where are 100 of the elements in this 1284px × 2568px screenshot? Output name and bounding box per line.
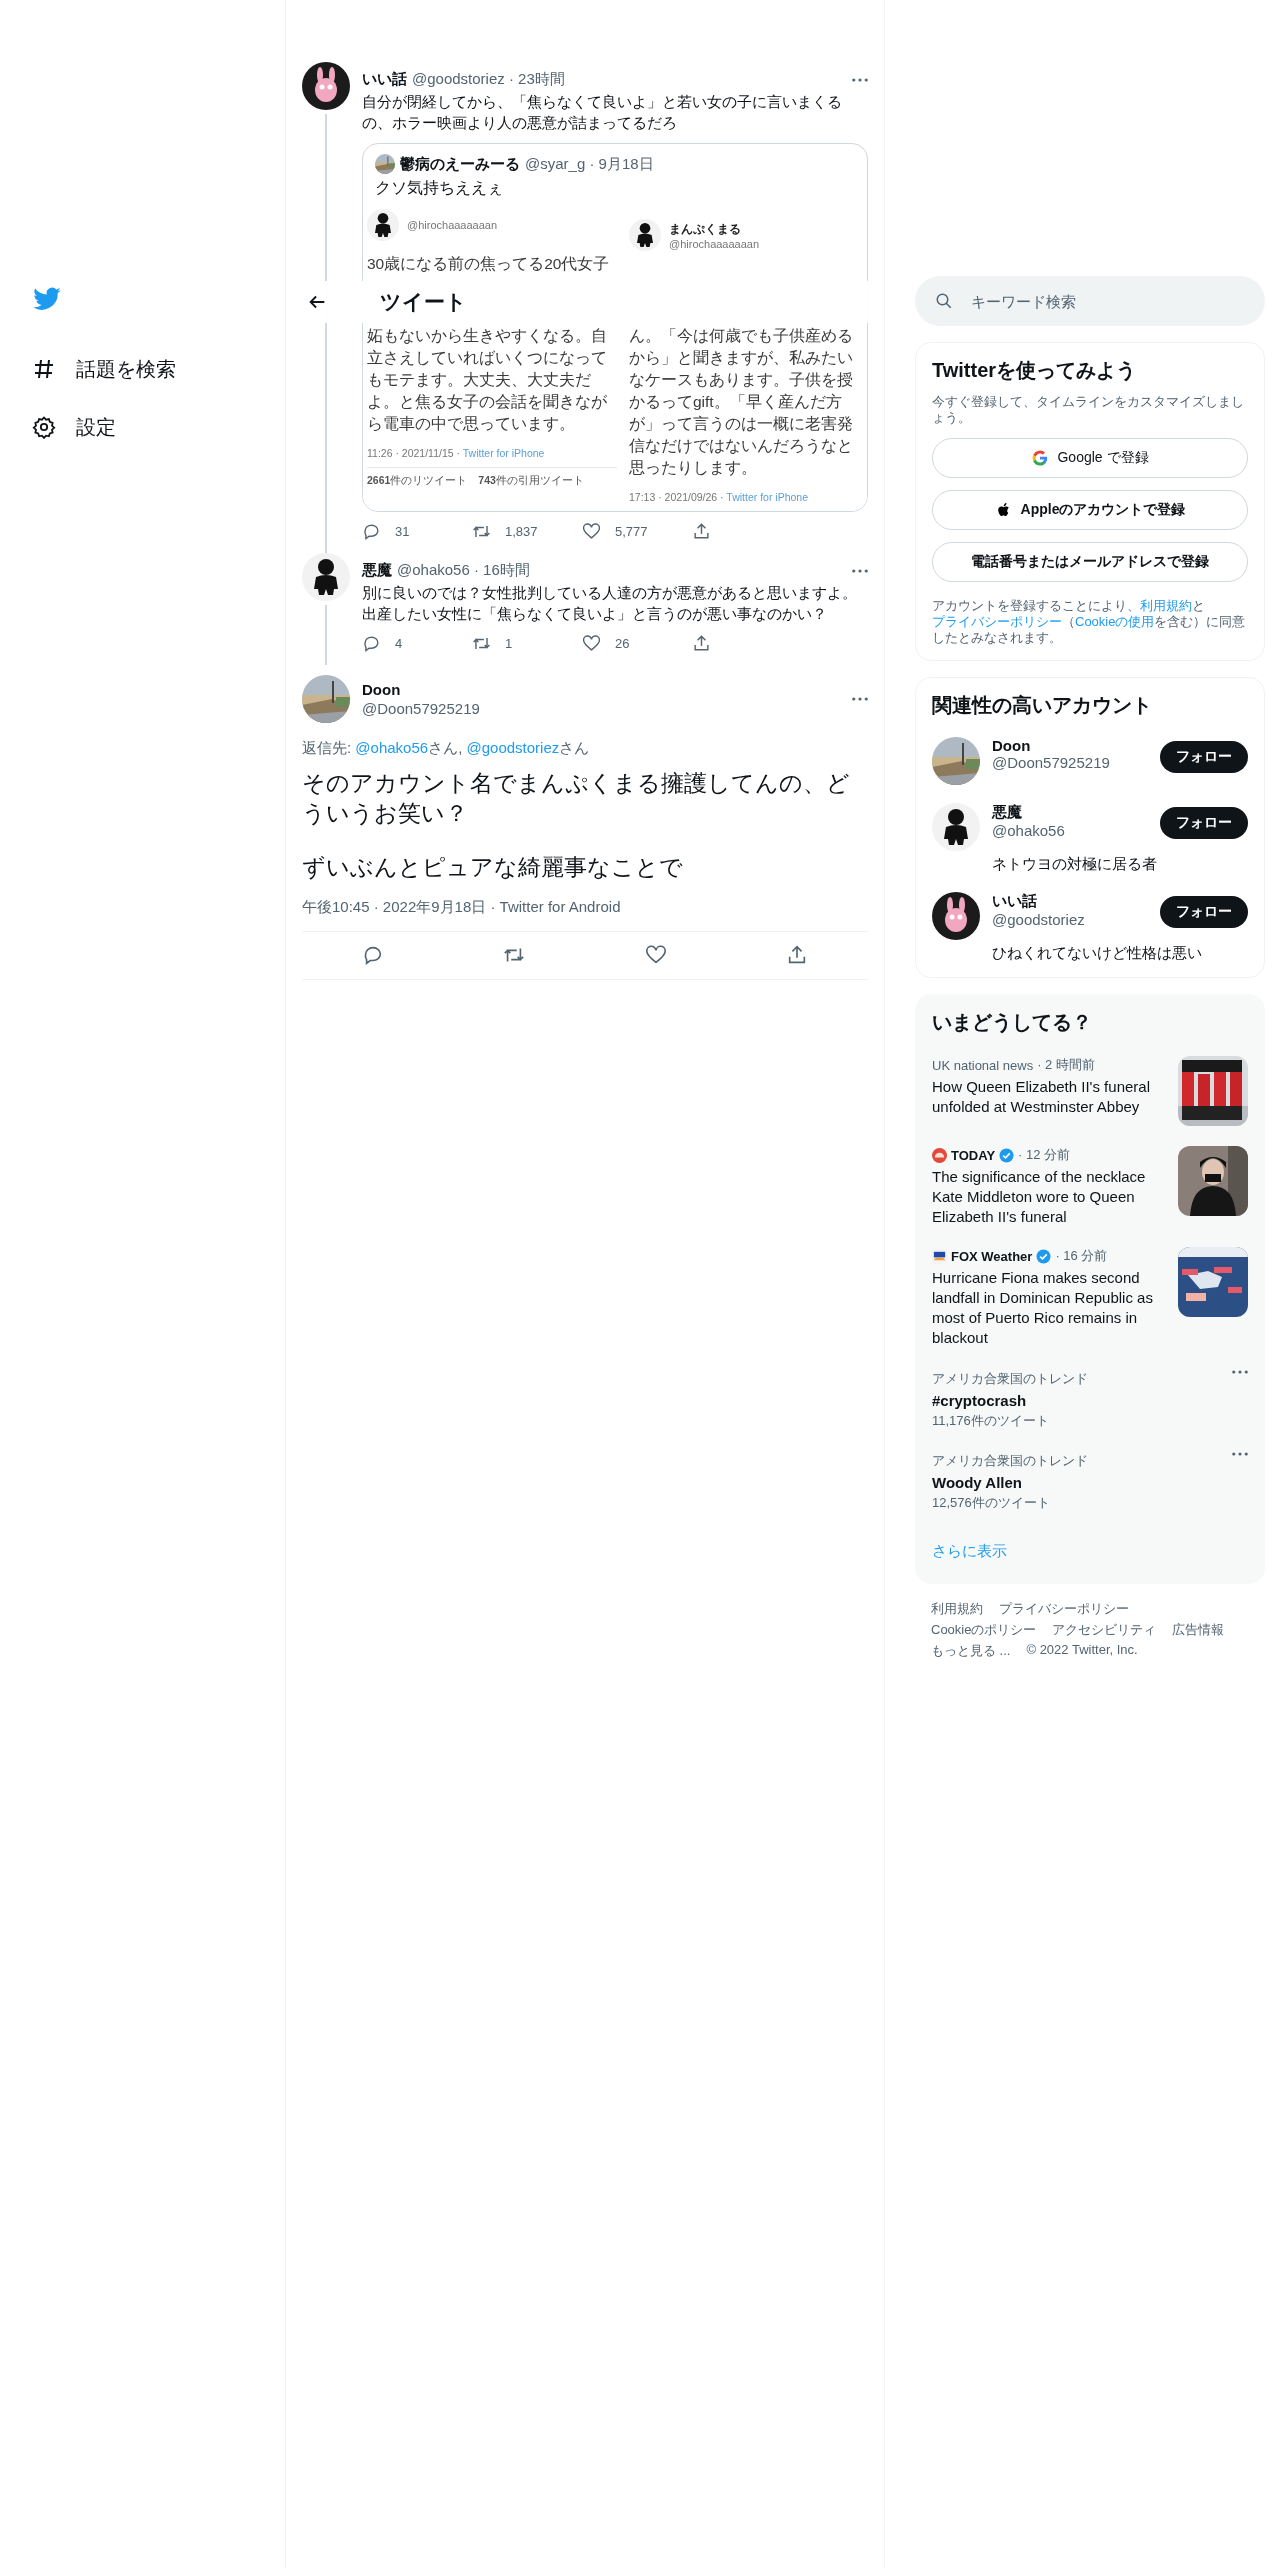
author-name[interactable]: 悪魔 <box>362 561 392 580</box>
verified-icon <box>1036 1248 1052 1264</box>
tweet-stats: 2661件のリツイート 743件の引用ツイート <box>367 467 617 488</box>
tweet-count: 12,576件のツイート <box>932 1494 1051 1512</box>
trend-topic[interactable]: #cryptocrash <box>932 1392 1232 1409</box>
heart-icon[interactable] <box>644 944 667 966</box>
news-time: · 12 分前 <box>1018 1146 1071 1164</box>
avatar <box>302 62 350 110</box>
account-bio: ネトウヨの対極に居る者 <box>992 855 1158 874</box>
author-handle: @goodstoriez · 23時間 <box>412 70 566 89</box>
tweet-text: そのアカウント名でまんぷくまる擁護してんの、どういうお笑い？ <box>302 769 851 828</box>
google-icon <box>1031 449 1050 467</box>
like-count: 5,777 <box>615 524 648 539</box>
news-source: UK national news <box>932 1057 1034 1073</box>
tweet-text: ん。「今は何歳でも子供産めるから」と聞きますが、私みたいなケースもあります。子供を授かるってgift。「早く産んだ方が」って言うのは一概に老害発信なだけではないんだろうなと思ったりします。 <box>629 326 854 478</box>
signup-button[interactable]: Appleのアカウントで登録 <box>932 490 1248 530</box>
card-title: 関連性の高いアカウント <box>932 693 1153 718</box>
author-name: まんぷくまる <box>669 220 742 238</box>
reply-icon[interactable] <box>362 522 381 541</box>
more-icon[interactable] <box>1232 1452 1248 1456</box>
avatar <box>302 553 350 601</box>
news-headline[interactable]: How Queen Elizabeth II's funeral unfolded at Westminster Abbey <box>932 1077 1166 1117</box>
tweet-text: 30歳になる前の焦ってる20代女子 <box>367 254 611 274</box>
heart-icon[interactable] <box>582 634 601 653</box>
tweet-text: ずいぶんとピュアな綺麗事なことで <box>302 853 684 882</box>
footer-link[interactable]: © 2022 Twitter, Inc. <box>1026 1642 1138 1660</box>
news-time: · 16 分前 <box>1055 1247 1108 1265</box>
footer-link[interactable]: もっと見る ... <box>931 1642 1011 1660</box>
news-headline[interactable]: Hurricane Fiona makes second landfall in Dominican Republic as most of Puerto Rico remains in blackout <box>932 1268 1166 1348</box>
signup-button[interactable]: 電話番号またはメールアドレスで登録 <box>932 542 1248 582</box>
avatar <box>932 803 980 851</box>
news-headline[interactable]: The significance of the necklace Kate Middleton wore to Queen Elizabeth II's funeral <box>932 1167 1166 1227</box>
settings-icon <box>32 415 56 439</box>
account-name[interactable]: Doon <box>992 737 1148 754</box>
avatar <box>629 219 661 251</box>
account-name[interactable]: 悪魔 <box>992 803 1148 822</box>
news-source: TODAY <box>951 1147 996 1163</box>
share-icon[interactable] <box>692 522 711 541</box>
page-title: ツイート <box>380 289 467 315</box>
nav-item[interactable]: 設定 <box>32 398 285 456</box>
reply-count: 4 <box>395 636 403 651</box>
avatar <box>932 892 980 940</box>
tweet-time: 午後10:45 · 2022年9月18日 · Twitter for Android <box>302 898 622 917</box>
hashtag-icon <box>32 357 56 381</box>
like-count: 26 <box>615 636 630 651</box>
link: Twitter for iPhone <box>726 491 808 503</box>
follow-button[interactable]: フォロー <box>1160 741 1248 773</box>
footer-link[interactable]: 利用規約 <box>931 1600 983 1618</box>
author-handle: @Doon57925219 <box>362 700 481 717</box>
verified-icon <box>999 1147 1015 1163</box>
reply-count: 31 <box>395 524 410 539</box>
share-icon[interactable] <box>692 634 711 653</box>
retweet-count: 1 <box>505 636 513 651</box>
trend-context: アメリカ合衆国のトレンド <box>932 1452 1089 1470</box>
heart-icon[interactable] <box>582 522 601 541</box>
footer-link[interactable]: アクセシビリティ <box>1052 1621 1157 1639</box>
news-time: · 2 時間前 <box>1037 1056 1095 1074</box>
tweet-text: 自分が閉経してから、「焦らなくて良いよ」と若い女の子に言いまくるの、ホラー映画より人の悪意が詰まってるだろ <box>362 92 843 133</box>
avatar <box>367 209 399 241</box>
more-icon[interactable] <box>852 697 868 701</box>
trend-topic[interactable]: Woody Allen <box>932 1474 1232 1491</box>
card-subtitle: 今すぐ登録して、タイムラインをカスタマイズしましょう。 <box>932 394 1245 426</box>
account-handle: @Doon57925219 <box>992 754 1111 771</box>
card-title: いまどうしてる？ <box>932 1010 1093 1035</box>
author-name: 鬱病のえーみーる <box>400 154 520 174</box>
tweet-text: 別に良いのでは？女性批判している人達の方が悪意があると思いますよ。出産したい女性に「焦らなくて良いよ」と言うのが悪い事なのかい？ <box>362 583 858 624</box>
link: Twitter for iPhone <box>462 447 545 459</box>
legal-text: アカウントを登録することにより、利用規約 と プライバシーポリシー（Cookieの使用を含む）に同意したとみなされます。 <box>932 598 1247 646</box>
footer-link[interactable]: Cookieのポリシー <box>931 1621 1037 1639</box>
footer-link[interactable]: 広告情報 <box>1172 1621 1225 1639</box>
tweet-count: 11,176件のツイート <box>932 1412 1050 1430</box>
follow-button[interactable]: フォロー <box>1160 896 1248 928</box>
follow-button[interactable]: フォロー <box>1160 807 1248 839</box>
account-handle: @ohako56 <box>992 822 1066 839</box>
tweet-time: 11:26 · 2021/11/15 · Twitter for iPhone <box>367 447 546 459</box>
more-icon[interactable] <box>852 77 868 82</box>
author-handle: @hirochaaaaaaan <box>407 219 498 231</box>
author-handle: @ohako56 · 16時間 <box>397 561 531 580</box>
account-bio: ひねくれてないけど性格は悪い <box>992 944 1203 963</box>
news-source: FOX Weather <box>951 1248 1033 1264</box>
card-title: Twitterを使ってみよう <box>932 358 1138 383</box>
nav-item[interactable]: 話題を検索 <box>32 340 285 398</box>
more-icon[interactable] <box>852 568 868 573</box>
author-name[interactable]: いい話 <box>362 70 407 89</box>
search-icon <box>935 292 953 310</box>
trend-context: アメリカ合衆国のトレンド <box>932 1370 1089 1388</box>
author-name[interactable]: Doon <box>362 681 840 698</box>
tweet-time: 17:13 · 2021/09/26 · Twitter for iPhone <box>629 491 809 503</box>
tweet-text: 妬もないから生きやすくなる。自立さえしていればいくつになってもモテます。大丈夫、大丈夫だよ。と焦る女子の会話を聞きながら電車の中で思っています。 <box>367 326 608 434</box>
reply-to-text: 返信先: @ohako56さん, @goodstoriezさん <box>302 739 591 758</box>
logo-icon <box>932 1147 947 1163</box>
author-handle: @syar_g · 9月18日 <box>525 154 655 174</box>
signup-button[interactable]: Google で登録 <box>932 438 1248 478</box>
account-name[interactable]: いい話 <box>992 892 1148 911</box>
retweet-count: 1,837 <box>505 524 538 539</box>
more-icon[interactable] <box>1232 1370 1248 1374</box>
search-field[interactable]: キーワード検索 <box>915 276 1265 326</box>
author-handle: @hirochaaaaaaan <box>669 237 760 250</box>
footer-link[interactable]: プライバシーポリシー <box>999 1600 1129 1618</box>
reply-icon[interactable] <box>362 634 381 653</box>
